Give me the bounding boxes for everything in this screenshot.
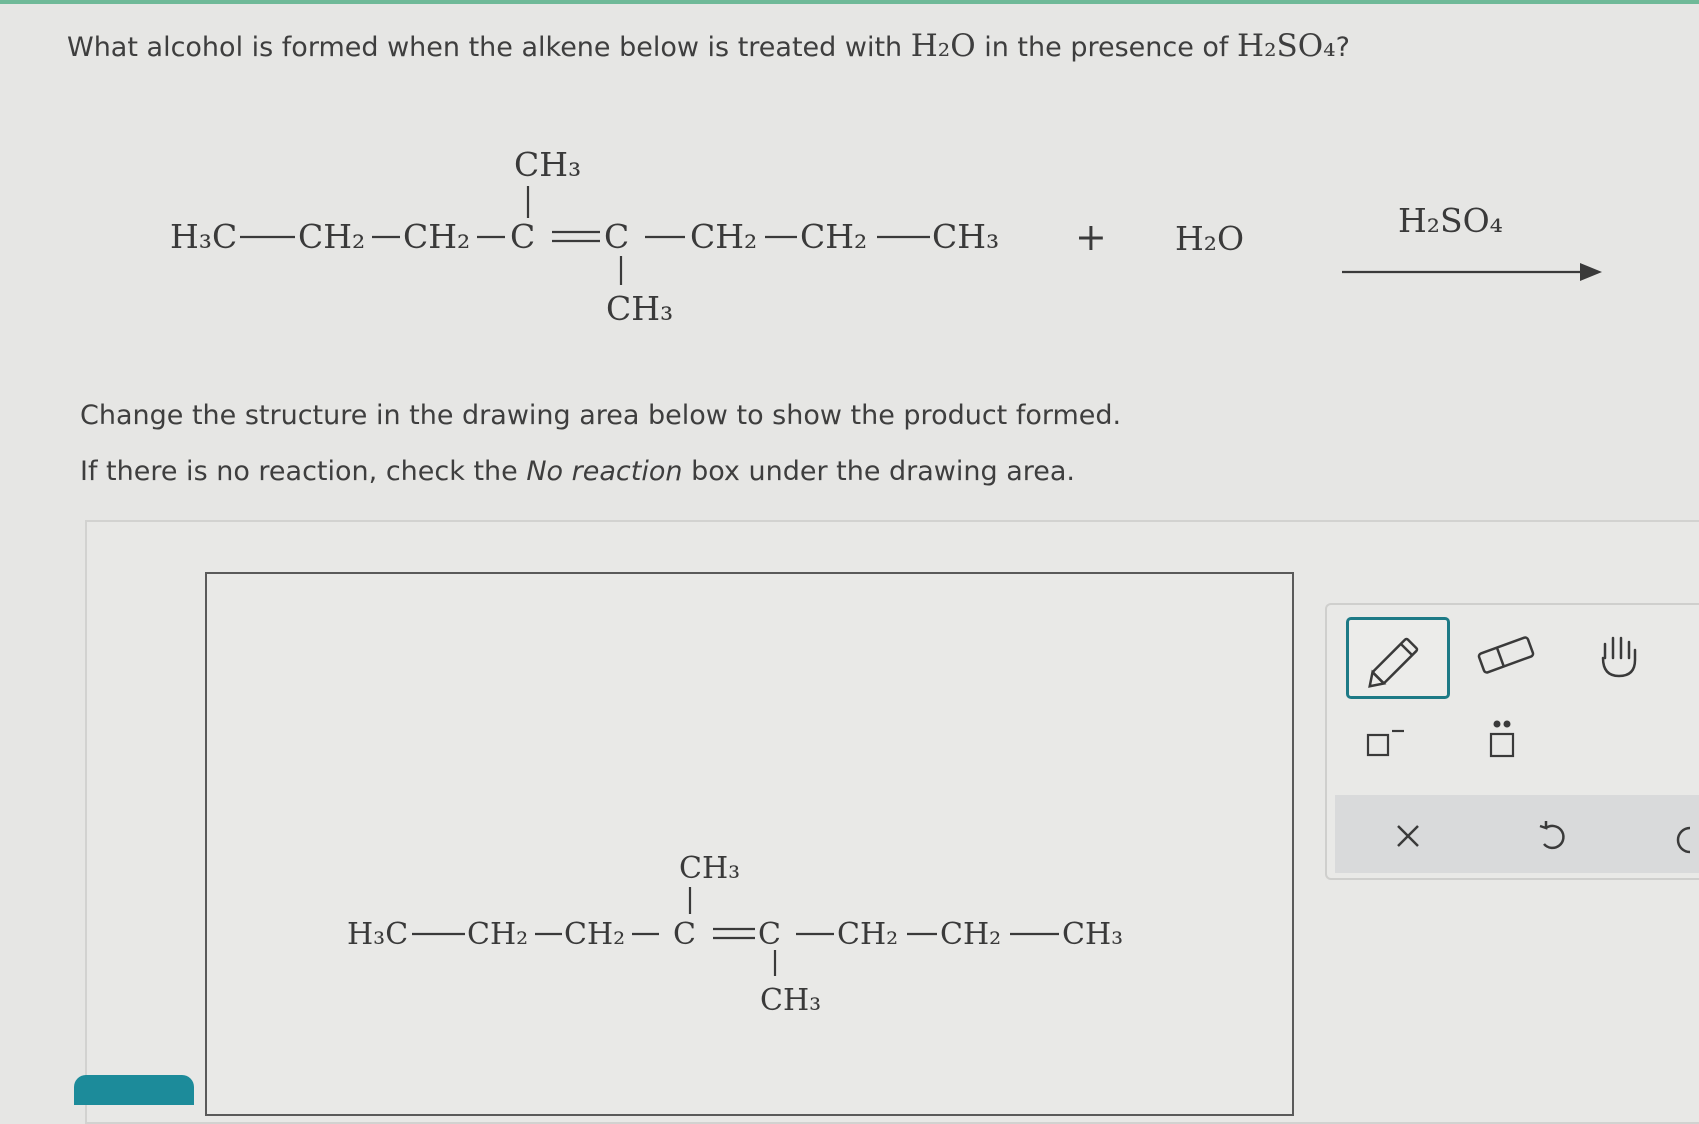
drawing-chain-2[interactable]: CH₂ (467, 917, 528, 952)
reaction-equation: CH₃ H₃C CH₂ CH₂ C C CH₂ CH₂ CH₃ CH₃ + H₂… (170, 145, 1602, 328)
arrow-head (1580, 263, 1602, 281)
reaction-chain-5: C (604, 217, 629, 256)
drawing-top-substituent[interactable]: CH₃ (679, 851, 740, 886)
hand-icon (1601, 636, 1637, 678)
redo-tool[interactable] (1668, 822, 1698, 858)
reaction-chain-2: CH₂ (298, 217, 365, 256)
top-accent-bar (0, 0, 1699, 4)
question-text: What alcohol is formed when the alkene b… (67, 28, 1350, 64)
instruction-line-1: Change the structure in the drawing area… (80, 400, 1122, 431)
reaction-top-substituent: CH₃ (514, 145, 581, 184)
lone-pair-icon (1489, 720, 1515, 758)
close-icon (1397, 825, 1419, 847)
pencil-tool[interactable] (1346, 617, 1450, 699)
clear-tool[interactable] (1390, 818, 1426, 854)
drawing-chain-1[interactable]: H₃C (347, 917, 408, 952)
primary-action-button[interactable] (74, 1075, 194, 1105)
reaction-chain-1: H₃C (170, 217, 237, 256)
question-water: H₂O (910, 28, 976, 64)
redo-icon (1676, 826, 1691, 854)
reaction-chain-8: CH₃ (932, 217, 999, 256)
pencil-icon (1368, 637, 1419, 688)
eraser-icon (1477, 636, 1535, 674)
reaction-bottom-substituent: CH₃ (606, 289, 673, 328)
hand-tool[interactable] (1595, 628, 1645, 684)
reaction-catalyst: H₂SO₄ (1398, 201, 1503, 240)
undo-tool[interactable] (1534, 818, 1574, 858)
drawing-chain-7[interactable]: CH₂ (940, 917, 1001, 952)
charge-icon (1366, 729, 1404, 757)
drawing-chain-8[interactable]: CH₃ (1062, 917, 1123, 952)
drawing-chain-4[interactable]: C (673, 917, 696, 952)
charge-tool[interactable] (1362, 725, 1412, 765)
plus-sign: + (1075, 215, 1107, 259)
lone-pair-tool[interactable] (1482, 716, 1522, 766)
drawing-chain-5[interactable]: C (758, 917, 781, 952)
reaction-chain-3: CH₂ (403, 217, 470, 256)
undo-icon (1539, 821, 1565, 850)
drawing-bottom-substituent[interactable]: CH₃ (760, 983, 821, 1018)
eraser-tool[interactable] (1476, 630, 1536, 680)
drawing-chain-6[interactable]: CH₂ (837, 917, 898, 952)
reaction-chain-7: CH₂ (800, 217, 867, 256)
reaction-water: H₂O (1175, 219, 1244, 258)
question-acid: H₂SO₄ (1237, 28, 1336, 64)
reaction-chain-6: CH₂ (690, 217, 757, 256)
no-reaction-label: No reaction (526, 456, 683, 487)
instruction-line-2: If there is no reaction, check the No re… (80, 456, 1076, 487)
drawn-structure[interactable]: CH₃ H₃C CH₂ CH₂ C C CH₂ CH₂ CH₃ CH₃ (207, 574, 1292, 1114)
drawing-canvas[interactable]: CH₃ H₃C CH₂ CH₂ C C CH₂ CH₂ CH₃ CH₃ (205, 572, 1294, 1116)
drawing-chain-3[interactable]: CH₂ (564, 917, 625, 952)
reaction-chain-4: C (510, 217, 535, 256)
